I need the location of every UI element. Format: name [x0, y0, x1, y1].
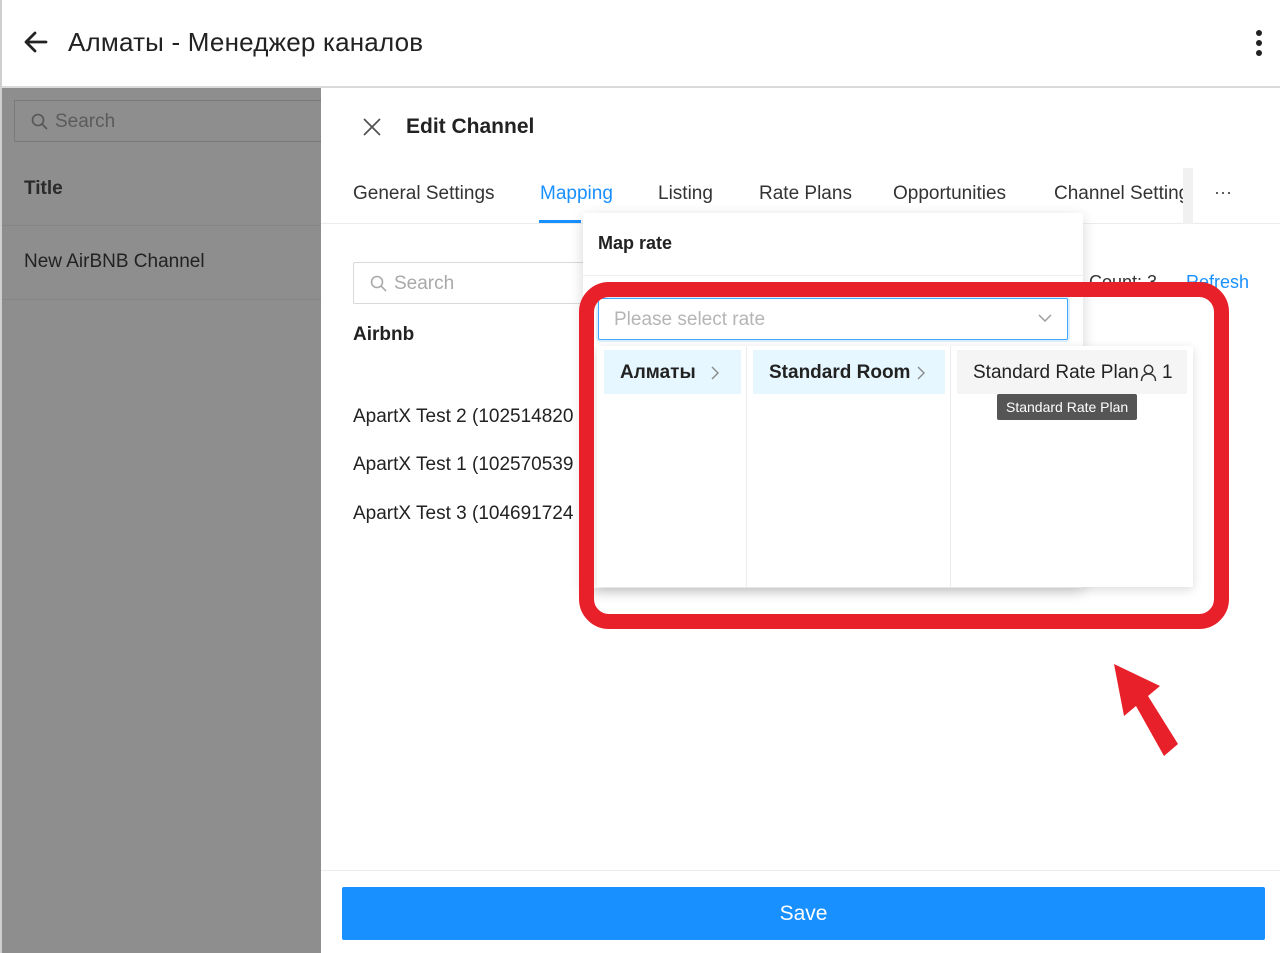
drawer-title: Edit Channel: [406, 115, 535, 138]
listing-item[interactable]: ApartX Test 1 (102570539: [353, 454, 601, 476]
cascader-option-label: Standard Rate Plan: [973, 362, 1139, 383]
listing-item[interactable]: ApartX Test 2 (102514820: [353, 406, 601, 428]
tab-scroll-shadow: [1183, 168, 1193, 224]
search-icon: [31, 113, 48, 130]
user-icon: [1140, 364, 1157, 382]
rate-select-placeholder: Please select rate: [614, 309, 766, 330]
sidebar-search-placeholder: Search: [55, 111, 116, 132]
rate-plan-tooltip: Standard Rate Plan: [997, 394, 1138, 420]
tab-channel-setting[interactable]: Channel Setting: [1054, 183, 1192, 205]
chevron-right-icon: [917, 366, 925, 380]
occupancy-count: 1: [1162, 362, 1173, 383]
rate-cascader-menu: Алматы Standard Room Standard Rate Plan …: [597, 346, 1193, 587]
channel-list-sidebar: Search Title New AirBNB Channel: [0, 88, 334, 953]
cascader-column-property: Алматы: [597, 346, 747, 587]
tab-opportunities[interactable]: Opportunities: [893, 183, 1006, 205]
listing-search-placeholder: Search: [394, 273, 455, 294]
app-bar: Алматы - Менеджер каналов: [0, 0, 1280, 88]
section-label: Airbnb: [353, 324, 415, 345]
kebab-menu-icon[interactable]: [1254, 28, 1264, 58]
listing-item[interactable]: ApartX Test 3 (104691724: [353, 503, 601, 525]
back-arrow-icon[interactable]: [22, 28, 50, 56]
tab-mapping[interactable]: Mapping: [540, 183, 613, 205]
sidebar-column-header: Title: [2, 154, 323, 226]
tab-general-settings[interactable]: General Settings: [353, 183, 495, 205]
close-icon[interactable]: [361, 116, 383, 138]
sidebar-item-new-airbnb-channel[interactable]: New AirBNB Channel: [2, 226, 323, 300]
rate-select[interactable]: Please select rate: [598, 298, 1068, 340]
cascader-option-property[interactable]: Алматы: [604, 350, 741, 394]
refresh-link[interactable]: Refresh: [1186, 272, 1249, 293]
tab-rate-plans[interactable]: Rate Plans: [759, 183, 852, 205]
popover-title: Map rate: [598, 233, 673, 253]
sidebar-search-input[interactable]: Search: [14, 100, 334, 142]
sidebar-item-label: New AirBNB Channel: [24, 251, 205, 272]
more-tabs-button[interactable]: ···: [1214, 182, 1232, 203]
cascader-option-room[interactable]: Standard Room: [753, 350, 945, 394]
chevron-right-icon: [711, 366, 719, 380]
cascader-column-room: Standard Room: [747, 346, 951, 587]
cascader-option-label: Standard Room: [769, 362, 911, 383]
cascader-option-label: Алматы: [620, 362, 696, 383]
listing-search-input[interactable]: Search: [353, 262, 593, 304]
popover-divider: [583, 275, 1083, 276]
save-button[interactable]: Save: [342, 887, 1265, 940]
cascader-column-rate-plan: Standard Rate Plan 1: [951, 346, 1193, 587]
cascader-option-rate-plan[interactable]: Standard Rate Plan 1: [957, 350, 1187, 394]
page-title: Алматы - Менеджер каналов: [68, 27, 424, 57]
active-tab-indicator: [539, 220, 581, 223]
chevron-down-icon: [1038, 314, 1052, 322]
tab-listing[interactable]: Listing: [658, 183, 713, 205]
listing-count: Count: 3: [1089, 272, 1158, 292]
search-icon: [370, 275, 387, 292]
drawer-footer: Save: [321, 870, 1280, 953]
column-title-label: Title: [24, 178, 63, 199]
